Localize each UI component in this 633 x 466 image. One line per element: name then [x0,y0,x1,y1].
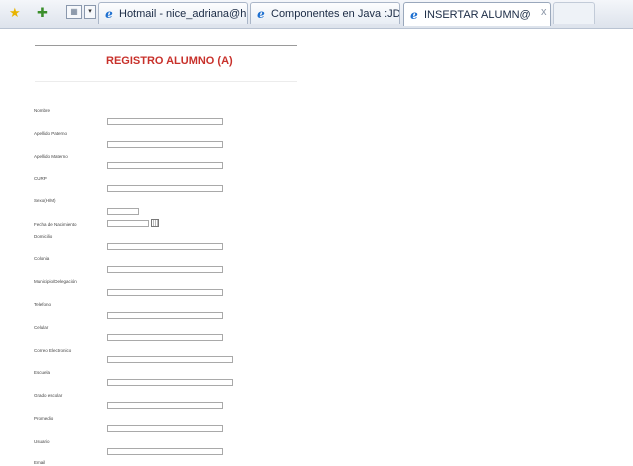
field-label-usuario: Usuario [34,439,50,444]
form-top-divider [35,45,297,46]
ie-page-icon: e [257,6,265,21]
form-title: REGISTRO ALUMNO (A) [106,55,233,67]
ie-page-icon: e [105,6,113,21]
add-favorites-icon[interactable]: ✚ [37,6,48,20]
tab-hotmail[interactable]: e Hotmail - nice_adriana@h... [98,2,248,24]
favorites-star-icon[interactable]: ★ [9,6,21,20]
domicilio-input[interactable] [107,243,223,250]
new-tab-button[interactable] [553,2,595,24]
celular-input[interactable] [107,334,223,341]
fecha-nacimiento-input[interactable] [107,220,149,227]
field-label-email: Email [34,460,46,465]
ie-page-icon: e [410,7,418,22]
tab-label: Hotmail - nice_adriana@h... [119,7,248,20]
field-label-promedio: Promedio [34,416,54,421]
telefono-input[interactable] [107,312,223,319]
field-label-domicilio: Domicilio [34,234,53,239]
field-label-curp: CURP [34,176,47,181]
promedio-input[interactable] [107,425,223,432]
field-label-celular: Celular [34,325,49,330]
curp-input[interactable] [107,185,223,192]
nombre-input[interactable] [107,118,223,125]
calendar-icon[interactable] [151,219,159,227]
correo-input[interactable] [107,356,233,363]
field-label-apellido-materno: Apellido Materno [34,154,68,159]
tab-label: INSERTAR ALUMN@ [424,8,531,21]
tab-componentes-java[interactable]: e Componentes en Java :JDK... [250,2,400,24]
field-label-telefono: Telefono [34,302,52,307]
field-label-nombre: Nombre [34,108,51,113]
apellido-materno-input[interactable] [107,162,223,169]
colonia-input[interactable] [107,266,223,273]
tab-insertar-alumno[interactable]: e INSERTAR ALUMN@ [403,2,551,26]
tab-list-dropdown-icon[interactable]: ▾ [84,5,96,19]
field-label-apellido-paterno: Apellido Paterno [34,131,68,136]
sexo-input[interactable] [107,208,139,215]
field-label-municipio: Municipio/Delegación [34,279,77,284]
field-label-colonia: Colonia [34,256,50,261]
usuario-input[interactable] [107,448,223,455]
apellido-paterno-input[interactable] [107,141,223,148]
form-title-divider [35,81,297,82]
field-label-correo: Correo Electronico [34,348,72,353]
tab-label: Componentes en Java :JDK... [271,7,400,20]
quick-tabs-icon[interactable]: ▦ [66,5,82,19]
escuela-input[interactable] [107,379,233,386]
field-label-sexo: Sexo(H/M) [34,198,56,203]
field-label-grado-escolar: Grado escolar [34,393,63,398]
field-label-fecha-nacimiento: Fecha de Nacimiento [34,222,77,227]
field-label-escuela: Escuela [34,370,51,375]
close-tab-icon[interactable]: x [541,6,547,18]
grado-escolar-input[interactable] [107,402,223,409]
municipio-input[interactable] [107,289,223,296]
browser-tab-bar: ★ ✚ ▦ ▾ e Hotmail - nice_adriana@h... e … [0,0,633,29]
